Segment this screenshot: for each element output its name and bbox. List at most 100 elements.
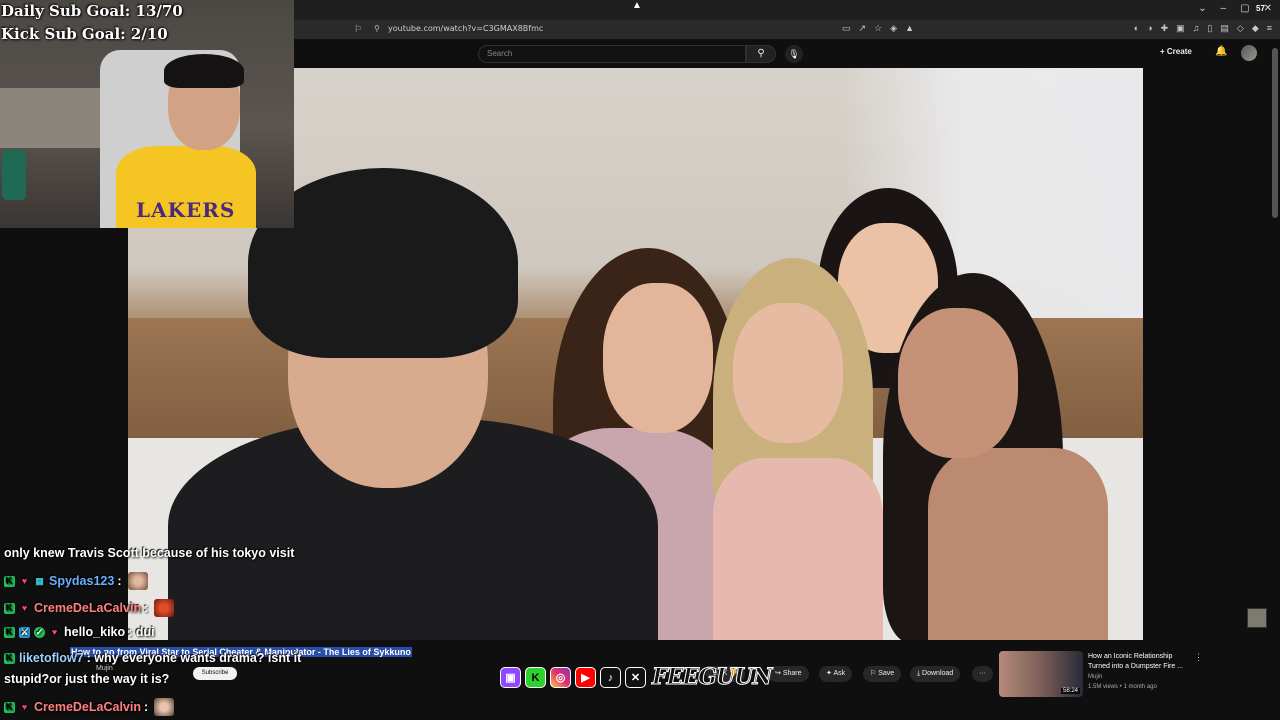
webcam-background <box>0 88 110 148</box>
youtube-header: Search ⚲ 🎙 + Create 🔔 <box>294 40 1280 68</box>
create-button[interactable]: + Create <box>1160 47 1192 56</box>
kick-badge-icon: K <box>4 575 15 587</box>
grid-badge-icon: ▦ <box>35 575 44 586</box>
browser-tabstrip: ⌄ – ▢ ✕ <box>294 0 1280 20</box>
subscribe-button[interactable]: Subscribe <box>193 667 237 680</box>
recommended-video-channel[interactable]: Mujin <box>1088 674 1102 680</box>
chat-username: Spydas123 <box>49 574 115 588</box>
mouse-cursor-icon: ▲ <box>632 0 642 11</box>
chat-text: : <box>144 700 149 714</box>
bookmark-icon[interactable]: ⚐ <box>354 24 362 35</box>
extension-icon[interactable]: ◐ <box>1134 23 1139 34</box>
address-bar: ⚐ ⚲ youtube.com/watch?v=C3GMAX8Bfmc ▭ ↗ … <box>294 20 1280 40</box>
chat-message: K ♥ CremeDeLaCalvin : <box>4 599 175 617</box>
extension-icon[interactable]: ◑ <box>1147 23 1152 34</box>
emote-icon <box>154 599 175 617</box>
jersey-text: LAKERS <box>136 198 236 222</box>
daily-sub-goal: Daily Sub Goal: 13/70 <box>1 2 183 20</box>
chat-message-continued: stupid?or just the way it is? <box>4 672 169 686</box>
youtube-icon: ▶ <box>575 666 596 688</box>
search-icon: ⚲ <box>757 48 765 59</box>
tiktok-icon: ♪ <box>600 666 621 688</box>
verified-badge-icon: ✓ <box>34 626 45 638</box>
voice-search-button[interactable]: 🎙 <box>785 45 803 63</box>
chat-message: K ♥ ▦ Spydas123 : <box>4 572 148 590</box>
save-label: Save <box>878 670 895 677</box>
plus-icon: + <box>1160 47 1167 56</box>
video-person <box>603 283 713 433</box>
chat-username: CremeDeLaCalvin <box>34 700 141 714</box>
notifications-bell-icon[interactable]: 🔔 <box>1215 46 1227 57</box>
brave-shield-icon[interactable]: ◈ <box>890 23 897 34</box>
account-avatar[interactable] <box>1241 45 1257 61</box>
minimize-icon[interactable]: – <box>1221 3 1227 14</box>
kick-badge-icon: K <box>4 626 15 638</box>
download-button[interactable]: ⤓ Download <box>910 666 961 682</box>
chat-text: : <box>117 574 122 588</box>
channel-watermark[interactable] <box>1247 608 1267 628</box>
share-page-icon[interactable]: ↗ <box>859 23 867 34</box>
notification-count: 57 <box>1256 4 1265 13</box>
streamer-logo: FEEGUUN <box>651 664 772 691</box>
sub-badge-icon: ♥ <box>21 701 28 712</box>
extension-icon[interactable]: ◇ <box>1237 23 1244 34</box>
instagram-icon: ◎ <box>550 666 571 688</box>
chat-message: only knew Travis Scott because of his to… <box>4 546 294 560</box>
bookmark-icon: ⚐ <box>870 670 879 677</box>
chat-username: hello_kiko <box>64 625 126 639</box>
install-icon[interactable]: ▭ <box>842 23 851 34</box>
chat-text: : <box>144 601 149 615</box>
sidebar-icon[interactable]: ▯ <box>1207 23 1212 34</box>
chat-text: stupid?or just the way it is? <box>4 672 170 686</box>
webcam-streamer-hair <box>164 54 244 88</box>
x-icon: ✕ <box>625 666 646 688</box>
chat-message: K ⚔ ✓ ♥ hello_kiko : dui <box>4 625 155 639</box>
chat-username: liketoflow7 <box>19 651 84 665</box>
tab-search-icon[interactable]: ⌄ <box>1198 3 1206 14</box>
webcam-jar <box>2 150 26 200</box>
twitch-icon: ▣ <box>500 666 521 688</box>
search-input[interactable]: Search <box>478 45 746 63</box>
url-field[interactable]: youtube.com/watch?v=C3GMAX8Bfmc <box>388 24 543 33</box>
screen: ⌄ – ▢ ✕ ▲ ⚐ ⚲ youtube.com/watch?v=C3GMAX… <box>0 0 1280 720</box>
recommended-video-thumbnail[interactable]: 58:24 <box>999 651 1083 697</box>
right-gutter <box>1143 68 1280 640</box>
puzzle-icon[interactable]: ✚ <box>1161 23 1169 34</box>
star-icon[interactable]: ☆ <box>874 23 882 34</box>
kick-sub-goal: Kick Sub Goal: 2/10 <box>1 25 168 43</box>
share-button[interactable]: ↪ Share <box>768 666 809 682</box>
page-scrollbar[interactable] <box>1272 48 1278 218</box>
channel-name[interactable]: Mujin <box>96 665 113 672</box>
save-button[interactable]: ⚐ Save <box>863 666 902 682</box>
ask-label: Ask <box>833 670 846 677</box>
sub-badge-icon: ♥ <box>51 626 58 637</box>
sub-badge-icon: ♥ <box>21 575 28 586</box>
rewards-icon[interactable]: ▲ <box>905 23 914 34</box>
mod-badge-icon: ⚔ <box>19 626 30 638</box>
shield-icon[interactable]: ◆ <box>1252 23 1259 34</box>
emote-icon <box>127 572 148 590</box>
search-button[interactable]: ⚲ <box>746 45 776 63</box>
social-links-banner: ▣ K ◎ ▶ ♪ ✕ FEEGUUN <box>500 664 773 691</box>
video-person <box>898 308 1018 458</box>
recommended-video-title[interactable]: How an Iconic Relationship Turned into a… <box>1088 652 1188 672</box>
extension-icon[interactable]: ▣ <box>1176 23 1185 34</box>
video-person <box>733 303 843 443</box>
sub-badge-icon: ♥ <box>21 602 28 613</box>
kick-icon: K <box>525 666 546 688</box>
chat-username: CremeDeLaCalvin <box>34 601 141 615</box>
chat-message: K ♥ CremeDeLaCalvin : <box>4 698 175 716</box>
emote-icon <box>154 698 175 716</box>
recommended-video-meta: 1.5M views • 1 month ago <box>1088 684 1157 690</box>
kick-badge-icon: K <box>4 602 15 614</box>
ask-button[interactable]: ✦ Ask <box>819 666 853 682</box>
maximize-icon[interactable]: ▢ <box>1240 3 1249 14</box>
music-icon[interactable]: ♫ <box>1193 23 1200 34</box>
menu-icon[interactable]: ≡ <box>1267 23 1272 34</box>
extensions-toolbar: ◐ ◑ ✚ ▣ ♫ ▯ ▤ ◇ ◆ ≡ <box>1134 23 1272 34</box>
more-actions-button[interactable]: ··· <box>972 666 993 682</box>
wallet-icon[interactable]: ▤ <box>1220 23 1229 34</box>
site-info-icon[interactable]: ⚲ <box>374 24 380 33</box>
more-options-icon[interactable]: ⋮ <box>1194 652 1203 663</box>
create-label: Create <box>1166 47 1192 56</box>
